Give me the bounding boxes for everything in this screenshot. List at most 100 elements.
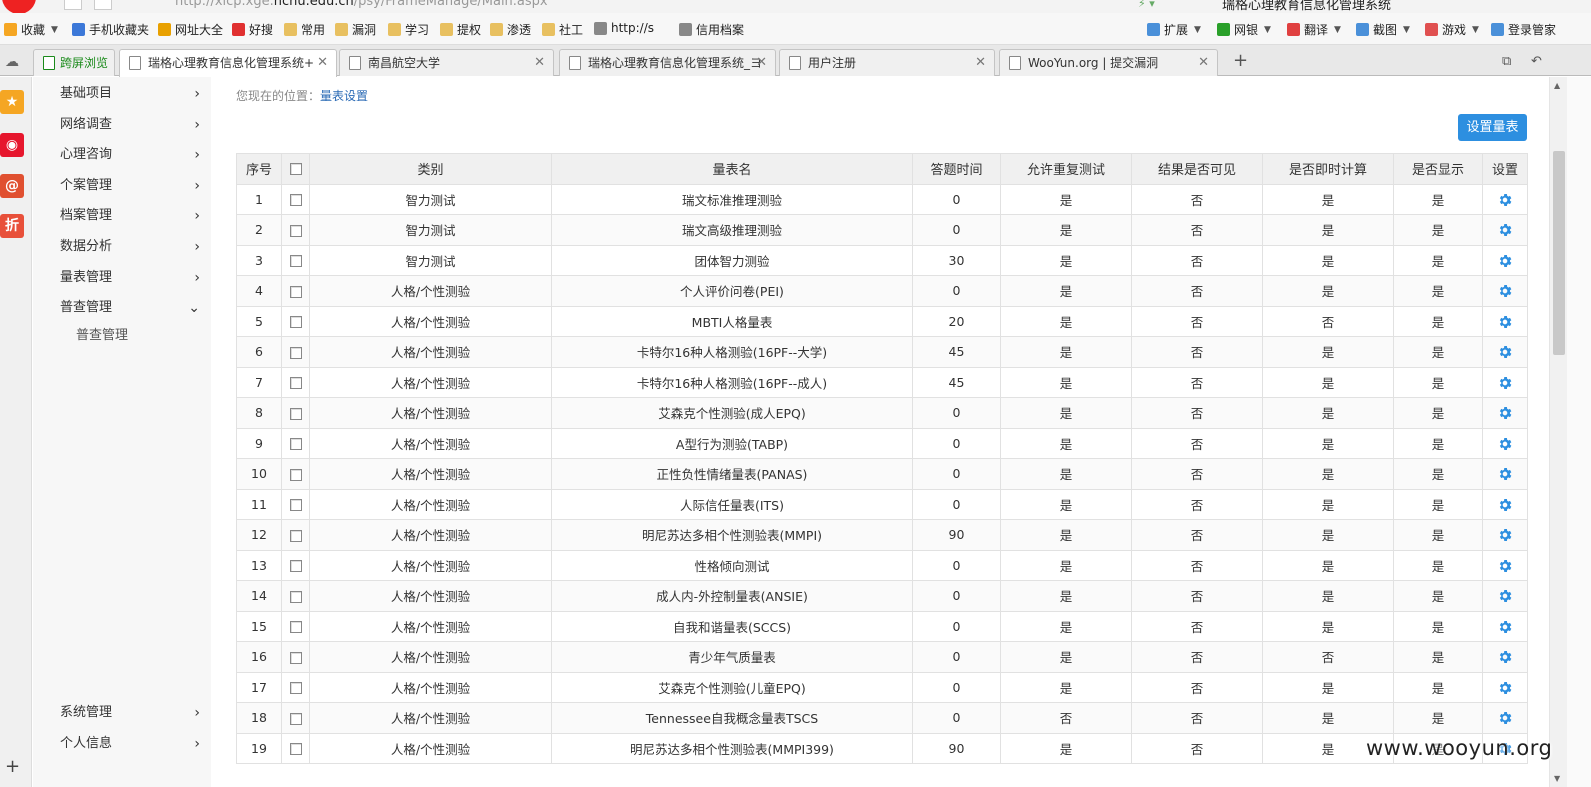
bookmark-item[interactable]: 信用档案: [679, 21, 744, 38]
bookmark-item[interactable]: 渗透: [490, 21, 531, 38]
browser-tab[interactable]: 跨屏浏览: [33, 49, 115, 76]
browser-tab[interactable]: 瑞格心理教育信息化管理系统_ヨ ✕: [559, 49, 776, 76]
bookmark-item[interactable]: 社工: [542, 21, 583, 38]
vertical-scrollbar[interactable]: ▲ ▼: [1549, 77, 1567, 787]
mail-icon[interactable]: @: [0, 174, 24, 198]
scroll-down-icon[interactable]: ▼: [1554, 774, 1560, 783]
new-tab-icon[interactable]: +: [1233, 50, 1248, 71]
bookmark-item[interactable]: 好搜: [232, 21, 273, 38]
toolbar-item[interactable]: 登录管家: [1491, 21, 1556, 38]
scroll-up-icon[interactable]: ▲: [1554, 81, 1560, 90]
chevron-down-icon[interactable]: ▼: [1403, 25, 1410, 35]
chevron-down-icon[interactable]: ▼: [1472, 25, 1479, 35]
gear-icon[interactable]: [1497, 680, 1513, 696]
nav-item[interactable]: 量表管理 ›: [60, 266, 200, 290]
close-icon[interactable]: ✕: [756, 50, 767, 76]
row-checkbox[interactable]: [289, 468, 302, 481]
undo-icon[interactable]: ↶: [1531, 54, 1542, 69]
nav-item[interactable]: 普查管理 ⌄: [60, 296, 200, 320]
gear-icon[interactable]: [1497, 222, 1513, 238]
bookmark-item[interactable]: 漏洞: [335, 21, 376, 38]
gear-icon[interactable]: [1497, 344, 1513, 360]
toolbar-item[interactable]: 游戏 ▼: [1425, 21, 1479, 38]
nav-item[interactable]: 系统管理 ›: [60, 701, 200, 725]
browser-tab[interactable]: 南昌航空大学 ✕: [339, 49, 554, 76]
bookmark-item[interactable]: 收藏 ▼: [4, 21, 58, 38]
browser-tab[interactable]: 用户注册 ✕: [779, 49, 995, 76]
gear-icon[interactable]: [1497, 527, 1513, 543]
row-checkbox[interactable]: [289, 743, 302, 756]
gear-icon[interactable]: [1497, 375, 1513, 391]
close-icon[interactable]: ✕: [534, 50, 545, 76]
nav-item[interactable]: 个人信息 ›: [60, 732, 200, 756]
browser-tab[interactable]: 瑞格心理教育信息化管理系统+ ✕: [119, 49, 337, 77]
row-checkbox[interactable]: [289, 316, 302, 329]
chevron-down-icon[interactable]: ▼: [1264, 25, 1271, 35]
gear-icon[interactable]: [1497, 588, 1513, 604]
scrollbar-thumb[interactable]: [1553, 151, 1565, 355]
gear-icon[interactable]: [1497, 283, 1513, 299]
row-checkbox[interactable]: [289, 346, 302, 359]
toolbar-item[interactable]: 扩展 ▼: [1147, 21, 1201, 38]
gear-icon[interactable]: [1497, 192, 1513, 208]
refresh-icon[interactable]: [94, 0, 112, 10]
close-icon[interactable]: ✕: [1198, 50, 1209, 76]
nav-item[interactable]: 基础项目 ›: [60, 82, 200, 106]
gear-icon[interactable]: [1497, 405, 1513, 421]
chevron-down-icon[interactable]: ▼: [1194, 25, 1201, 35]
discount-icon[interactable]: 折: [0, 214, 24, 238]
star-icon[interactable]: ★: [0, 90, 24, 114]
row-checkbox[interactable]: [289, 499, 302, 512]
row-checkbox[interactable]: [289, 682, 302, 695]
gear-icon[interactable]: [1497, 253, 1513, 269]
nav-item[interactable]: 档案管理 ›: [60, 204, 200, 228]
row-checkbox[interactable]: [289, 590, 302, 603]
gear-icon[interactable]: [1497, 314, 1513, 330]
row-checkbox[interactable]: [289, 285, 302, 298]
nav-item[interactable]: 个案管理 ›: [60, 174, 200, 198]
nav-subitem[interactable]: 普查管理: [76, 324, 128, 348]
nav-item[interactable]: 网络调查 ›: [60, 113, 200, 137]
close-icon[interactable]: ✕: [975, 50, 986, 76]
row-checkbox[interactable]: [289, 621, 302, 634]
gear-icon[interactable]: [1497, 497, 1513, 513]
row-checkbox[interactable]: [289, 560, 302, 573]
row-checkbox[interactable]: [289, 712, 302, 725]
nav-item[interactable]: 数据分析 ›: [60, 235, 200, 259]
restore-icon[interactable]: ⧉: [1502, 54, 1511, 69]
row-checkbox[interactable]: [289, 224, 302, 237]
bookmark-item[interactable]: http://s: [594, 21, 654, 35]
search-field[interactable]: 瑞格心理教育信息化管理系统: [1222, 0, 1391, 13]
gear-icon[interactable]: [1497, 649, 1513, 665]
url-field[interactable]: http://xlcp.xge.ncnu.edu.cn/psy/FrameMan…: [175, 0, 548, 9]
bookmark-item[interactable]: 常用: [284, 21, 325, 38]
add-icon[interactable]: +: [5, 756, 20, 777]
gear-icon[interactable]: [1497, 710, 1513, 726]
bookmark-item[interactable]: 提权: [440, 21, 481, 38]
breadcrumb-current[interactable]: 量表设置: [320, 89, 368, 103]
row-checkbox[interactable]: [289, 377, 302, 390]
row-checkbox[interactable]: [289, 529, 302, 542]
gear-icon[interactable]: [1497, 466, 1513, 482]
row-checkbox[interactable]: [289, 255, 302, 268]
row-checkbox[interactable]: [289, 407, 302, 420]
select-all-checkbox[interactable]: [289, 162, 302, 175]
row-checkbox[interactable]: [289, 194, 302, 207]
chevron-down-icon[interactable]: ▼: [1334, 25, 1341, 35]
cloud-icon[interactable]: ☁: [5, 54, 19, 70]
bookmark-item[interactable]: 学习: [388, 21, 429, 38]
setup-scale-button[interactable]: 设置量表: [1458, 114, 1527, 141]
toolbar-item[interactable]: 网银 ▼: [1217, 21, 1271, 38]
row-checkbox[interactable]: [289, 651, 302, 664]
bookmark-item[interactable]: 网址大全: [158, 21, 223, 38]
nav-item[interactable]: 心理咨询 ›: [60, 143, 200, 167]
gear-icon[interactable]: [1497, 558, 1513, 574]
bookmark-item[interactable]: 手机收藏夹: [72, 21, 149, 38]
browser-tab[interactable]: WooYun.org | 提交漏洞 ✕: [999, 49, 1218, 76]
gear-icon[interactable]: [1497, 619, 1513, 635]
close-icon[interactable]: ✕: [317, 50, 328, 76]
row-checkbox[interactable]: [289, 438, 302, 451]
weibo-icon[interactable]: ◉: [0, 133, 24, 157]
gear-icon[interactable]: [1497, 436, 1513, 452]
toolbar-item[interactable]: 截图 ▼: [1356, 21, 1410, 38]
